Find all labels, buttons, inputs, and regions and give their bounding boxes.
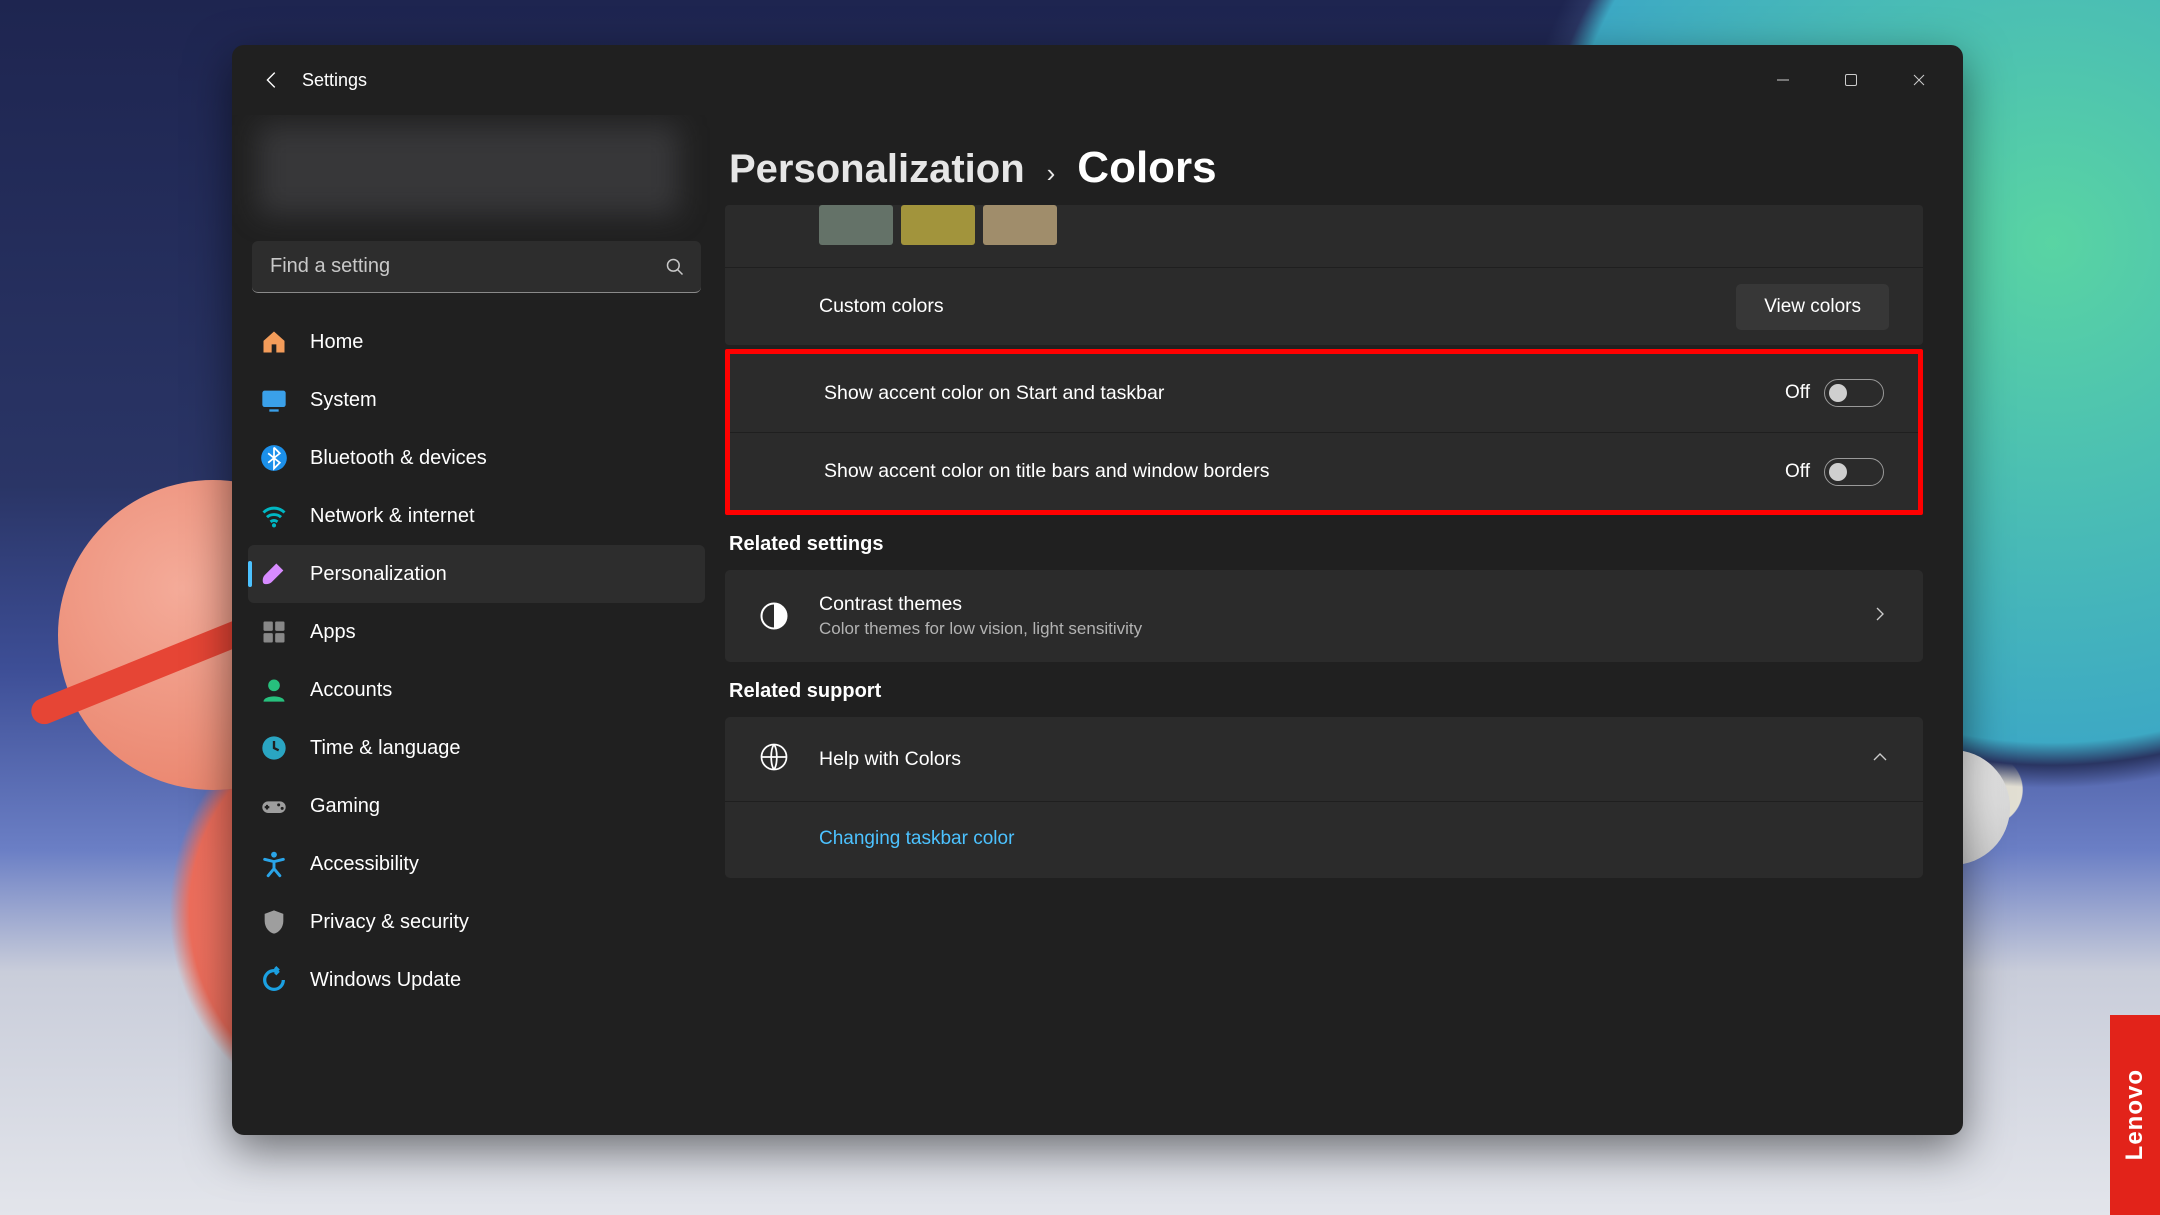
sidebar-item-personalization[interactable]: Personalization [248, 545, 705, 603]
sidebar-item-label: Privacy & security [310, 911, 469, 934]
sidebar-item-label: Accounts [310, 679, 392, 702]
accent-start-taskbar-row: Show accent color on Start and taskbar O… [730, 354, 1918, 432]
arrow-left-icon [261, 69, 283, 91]
help-head[interactable]: Help with Colors [725, 717, 1923, 801]
accent-title-toggle[interactable] [1824, 458, 1884, 486]
sidebar-item-windows-update[interactable]: Windows Update [248, 951, 705, 1009]
sidebar-item-label: Time & language [310, 737, 460, 760]
sidebar-item-label: Apps [310, 621, 356, 644]
help-title: Help with Colors [819, 748, 961, 771]
system-icon [260, 386, 288, 414]
breadcrumb-parent[interactable]: Personalization [729, 147, 1025, 192]
sidebar-item-label: Gaming [310, 795, 380, 818]
search-input[interactable] [252, 241, 701, 293]
color-swatch[interactable] [819, 205, 893, 245]
account-info[interactable] [258, 125, 701, 225]
chevron-up-icon [1871, 748, 1889, 771]
sidebar-item-home[interactable]: Home [248, 313, 705, 371]
sidebar-item-label: Network & internet [310, 505, 475, 528]
accent-toggles-highlight: Show accent color on Start and taskbar O… [725, 349, 1923, 515]
apps-icon [260, 618, 288, 646]
accessibility-icon [260, 850, 288, 878]
account-icon [260, 676, 288, 704]
wifi-icon [260, 502, 288, 530]
accent-start-toggle[interactable] [1824, 379, 1884, 407]
brush-icon [260, 560, 288, 588]
sidebar-item-label: Home [310, 331, 363, 354]
sidebar-item-system[interactable]: System [248, 371, 705, 429]
sidebar-item-accounts[interactable]: Accounts [248, 661, 705, 719]
lenovo-watermark: Lenovo [2110, 1015, 2160, 1215]
maximize-button[interactable] [1817, 56, 1885, 104]
sidebar-item-gaming[interactable]: Gaming [248, 777, 705, 835]
sidebar-item-label: Accessibility [310, 853, 419, 876]
color-swatch[interactable] [901, 205, 975, 245]
accent-title-state: Off [1785, 461, 1810, 483]
contrast-title: Contrast themes [819, 593, 1142, 616]
breadcrumb: Personalization › Colors [729, 143, 1923, 193]
accent-start-state: Off [1785, 382, 1810, 404]
settings-window: Settings Home System Bluetooth & devices Ne… [232, 45, 1963, 1135]
sidebar-item-apps[interactable]: Apps [248, 603, 705, 661]
back-button[interactable] [246, 54, 298, 106]
bluetooth-icon [260, 444, 288, 472]
color-swatch[interactable] [983, 205, 1057, 245]
globe-icon [759, 742, 789, 777]
custom-colors-row: Custom colors View colors [725, 267, 1923, 345]
nav-list: Home System Bluetooth & devices Network & i… [242, 309, 711, 1013]
chevron-right-icon [1871, 605, 1889, 628]
sidebar: Home System Bluetooth & devices Network & i… [232, 115, 721, 1135]
breadcrumb-current: Colors [1077, 143, 1216, 193]
custom-colors-label: Custom colors [819, 295, 944, 318]
accent-panel: Custom colors View colors [725, 205, 1923, 345]
sidebar-item-label: Bluetooth & devices [310, 447, 487, 470]
accent-start-label: Show accent color on Start and taskbar [824, 382, 1164, 405]
sidebar-item-time-language[interactable]: Time & language [248, 719, 705, 777]
related-support-heading: Related support [729, 680, 1923, 703]
content: Personalization › Colors Custom colors V… [721, 115, 1963, 1135]
clock-icon [260, 734, 288, 762]
help-box: Help with Colors Changing taskbar color [725, 717, 1923, 878]
sidebar-item-label: System [310, 389, 377, 412]
contrast-themes-row[interactable]: Contrast themes Color themes for low vis… [725, 570, 1923, 662]
home-icon [260, 328, 288, 356]
sidebar-item-bluetooth-devices[interactable]: Bluetooth & devices [248, 429, 705, 487]
contrast-sub: Color themes for low vision, light sensi… [819, 619, 1142, 639]
account-blurred [258, 125, 679, 215]
search-icon [665, 257, 685, 277]
chevron-right-icon: › [1047, 158, 1056, 189]
view-colors-button[interactable]: View colors [1736, 284, 1889, 330]
titlebar: Settings [232, 45, 1963, 115]
sidebar-item-accessibility[interactable]: Accessibility [248, 835, 705, 893]
window-controls [1749, 56, 1953, 104]
minimize-button[interactable] [1749, 56, 1817, 104]
help-link-changing-taskbar-color[interactable]: Changing taskbar color [725, 801, 1923, 878]
close-button[interactable] [1885, 56, 1953, 104]
swatch-row [725, 205, 1923, 267]
desktop-wallpaper: Settings Home System Bluetooth & devices Ne… [0, 0, 2160, 1215]
sidebar-item-label: Windows Update [310, 969, 461, 992]
search-wrap [252, 241, 701, 293]
window-title: Settings [302, 70, 367, 91]
gamepad-icon [260, 792, 288, 820]
related-settings-heading: Related settings [729, 533, 1923, 556]
accent-title-borders-row: Show accent color on title bars and wind… [730, 432, 1918, 510]
accent-title-label: Show accent color on title bars and wind… [824, 460, 1270, 483]
contrast-icon [759, 601, 789, 631]
shield-icon [260, 908, 288, 936]
sidebar-item-label: Personalization [310, 563, 447, 586]
sidebar-item-network-internet[interactable]: Network & internet [248, 487, 705, 545]
update-icon [260, 966, 288, 994]
sidebar-item-privacy-security[interactable]: Privacy & security [248, 893, 705, 951]
